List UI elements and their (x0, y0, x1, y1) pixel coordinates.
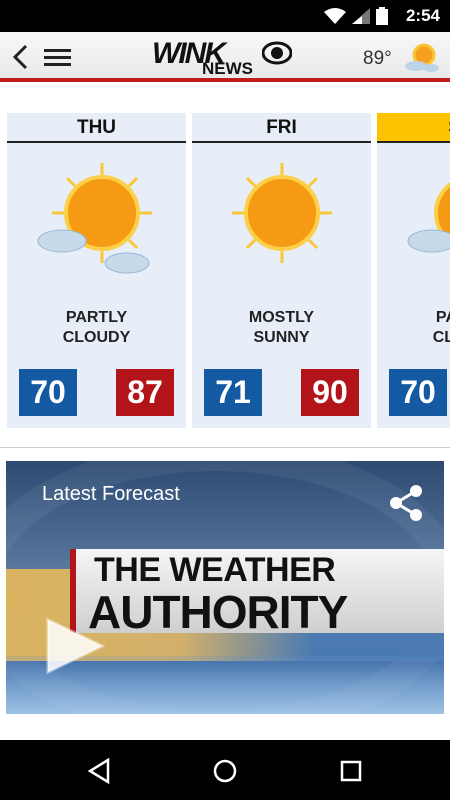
condition-text: MOSTLY SUNNY (248, 309, 315, 346)
forecast-carousel[interactable]: THU PARTLY CLOUDY 70 87 FRI MOSTLY SUNNY… (0, 113, 450, 428)
low-temp: 71 (204, 369, 262, 416)
forecast-card-thu[interactable]: THU PARTLY CLOUDY 70 87 (7, 113, 186, 428)
partly-cloudy-icon (407, 182, 450, 253)
cbs-eye-icon (262, 41, 292, 65)
logo-news-text: NEWS (202, 59, 253, 78)
back-arrow-icon[interactable] (10, 44, 30, 70)
low-temp: 70 (19, 369, 77, 416)
partly-cloudy-icon (37, 163, 152, 274)
hamburger-menu-icon[interactable] (44, 49, 71, 67)
condition-text: PARTLY CLOUDY (62, 309, 131, 346)
forecast-card-sat[interactable]: SAT PARTLY CLOUDY 70 (377, 113, 450, 428)
low-temp: 70 (389, 369, 447, 416)
share-icon[interactable] (386, 483, 426, 523)
forecast-card-fri[interactable]: FRI MOSTLY SUNNY 71 90 (192, 113, 371, 428)
high-temp: 87 (116, 369, 174, 416)
clock: 2:54 (405, 6, 440, 25)
latest-forecast-video[interactable]: THE WEATHER AUTHORITY Latest Forecast (6, 461, 444, 714)
play-icon[interactable] (42, 616, 106, 676)
app-bar: WINK NEWS 89° (0, 32, 450, 82)
status-icons (324, 7, 388, 25)
signal-icon (352, 8, 370, 24)
video-title-line2: AUTHORITY (88, 586, 348, 638)
recents-nav-icon[interactable] (338, 758, 364, 784)
battery-icon (376, 7, 388, 25)
section-divider (0, 447, 450, 448)
sunny-icon (232, 163, 332, 263)
current-temperature[interactable]: 89° (363, 48, 392, 70)
video-caption: Latest Forecast (42, 483, 180, 505)
sun-cloud-icon[interactable] (404, 40, 440, 74)
condition-text: PARTLY CLOUDY (432, 309, 450, 346)
high-temp: 90 (301, 369, 359, 416)
wifi-icon (324, 8, 346, 24)
day-label: THU (7, 113, 186, 143)
home-nav-icon[interactable] (212, 758, 238, 784)
status-bar: 2:54 (0, 0, 450, 32)
back-nav-icon[interactable] (86, 758, 112, 784)
system-navigation-bar (0, 740, 450, 800)
day-label: FRI (192, 113, 371, 143)
wink-news-logo[interactable]: WINK NEWS (152, 37, 297, 78)
day-label: SAT (377, 113, 450, 143)
